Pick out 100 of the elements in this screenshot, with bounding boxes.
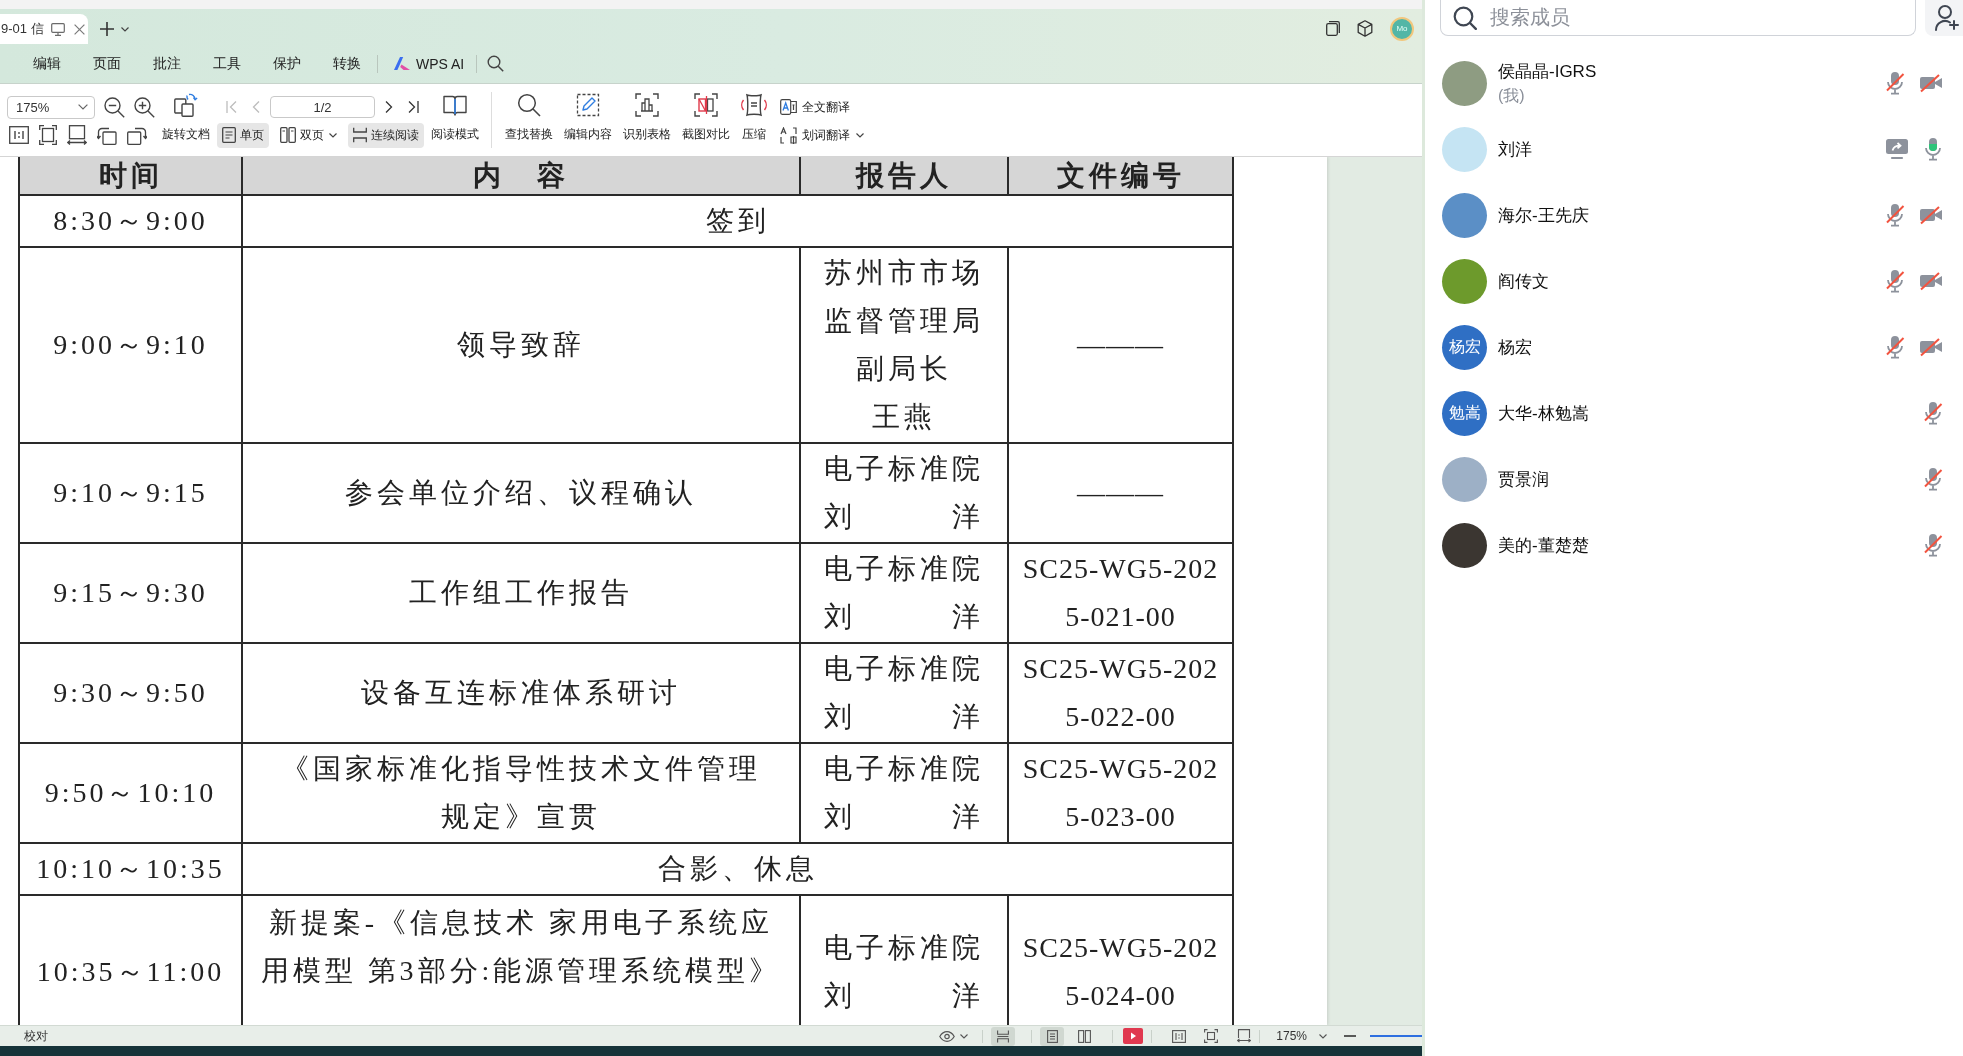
eye-icon[interactable] — [939, 1030, 956, 1042]
search-icon — [517, 93, 541, 117]
table-cell: 电子标准院 刘 洋 — [800, 643, 1008, 743]
monitor-icon — [50, 22, 65, 36]
table-cell: 9:30～9:50 — [19, 643, 242, 743]
table-cell: 9:10～9:15 — [19, 443, 242, 543]
plus-icon[interactable] — [100, 22, 114, 36]
table-cell: 9:00～9:10 — [19, 247, 242, 443]
search-icon[interactable] — [487, 55, 505, 72]
fit-width-icon[interactable] — [1237, 1029, 1252, 1043]
window-icon[interactable] — [1326, 21, 1340, 36]
table-cell: ——— — [1008, 247, 1233, 443]
menu-tab[interactable]: 页面 — [77, 49, 137, 78]
tool-button[interactable]: 截图对比 — [682, 84, 730, 142]
caret-icon — [1319, 1033, 1327, 1039]
member-name: 刘洋 — [1498, 138, 1532, 161]
view-mode-button[interactable] — [991, 1026, 1016, 1046]
translate-button[interactable]: 全文翻译 — [778, 94, 866, 120]
zoom-out-icon[interactable] — [103, 96, 125, 118]
column-header: 文件编号 — [1008, 157, 1233, 195]
table-cell: ——— — [1008, 443, 1233, 543]
fit-page-icon[interactable] — [39, 125, 57, 145]
zoom-in-icon[interactable] — [133, 96, 155, 118]
table-cell: SC25-WG5-202 5-021-00 — [1008, 543, 1233, 643]
screen-share-icon — [1885, 138, 1909, 160]
member-name: 海尔-王先庆 — [1498, 204, 1589, 227]
reading-mode-button[interactable]: 阅读模式 — [431, 84, 479, 142]
translate-button[interactable]: 划词翻译 — [778, 122, 866, 148]
zoom-level-dropdown[interactable]: 175% — [1276, 1029, 1327, 1043]
column-header: 报告人 — [800, 157, 1008, 195]
rotate-document-button[interactable]: 旋转文档 — [162, 84, 210, 142]
table-cell: 苏州市市场 监督管理局 副局长 王燕 — [800, 247, 1008, 443]
book-icon — [443, 93, 467, 117]
fit-width-icon[interactable] — [67, 125, 87, 145]
page-number-field[interactable]: 1/2 — [270, 96, 375, 118]
table-cell: 10:10～10:35 — [19, 843, 242, 895]
table-cell: 参会单位介绍、议程确认 — [242, 443, 800, 543]
double-page-icon — [1077, 1029, 1091, 1043]
column-header: 内 容 — [242, 157, 800, 195]
actual-size-icon[interactable] — [9, 126, 29, 144]
menu-tab[interactable]: 编辑 — [17, 49, 77, 78]
menu-tab[interactable]: 批注 — [137, 49, 197, 78]
close-icon[interactable] — [73, 23, 85, 35]
table-cell: 9:15～9:30 — [19, 543, 242, 643]
member-note: (我) — [1498, 85, 1526, 106]
tool-button[interactable]: 编辑内容 — [564, 84, 612, 142]
double-page-icon — [280, 127, 296, 143]
member-name: 美的-董楚楚 — [1498, 534, 1589, 557]
play-icon[interactable] — [1123, 1028, 1144, 1044]
actual-size-icon[interactable] — [1172, 1029, 1187, 1043]
cube-icon[interactable] — [1357, 20, 1373, 37]
member-name: 杨宏 — [1498, 336, 1532, 359]
member-name: 大华-林勉嵩 — [1498, 402, 1589, 425]
view-mode-button[interactable]: 单页 — [217, 122, 269, 148]
tool-button[interactable]: 查找替换 — [505, 84, 553, 142]
table-cell: SC25-WG5-202 5-023-00 — [1008, 743, 1233, 843]
caret-icon[interactable] — [121, 26, 129, 32]
rotate-right-icon[interactable] — [127, 125, 147, 145]
table-cell: 8:30～9:00 — [19, 195, 242, 247]
tool-button[interactable]: 识别表格 — [623, 84, 671, 142]
add-person-icon — [1935, 5, 1959, 31]
menu-tab[interactable]: 保护 — [257, 49, 317, 78]
member-name: 侯晶晶-IGRS — [1498, 60, 1597, 83]
ai-menu-button[interactable]: WPS AI — [378, 49, 477, 78]
tool-button[interactable]: 压缩 — [741, 84, 767, 142]
caret-icon — [78, 104, 88, 110]
table-cell: 工作组工作报告 — [242, 543, 800, 643]
single-page-icon — [1046, 1029, 1058, 1043]
table-cell: 《国家标准化指导性技术文件管理 规定》宣贯 — [242, 743, 800, 843]
table-cell: 领导致辞 — [242, 247, 800, 443]
zoom-dropdown[interactable]: 175% — [7, 95, 95, 119]
member-name: 阎传文 — [1498, 270, 1549, 293]
document-tab[interactable]: 9-01 信 — [0, 14, 88, 44]
column-header: 时间 — [19, 157, 242, 195]
table-cell: 电子标准院 刘 洋 — [800, 443, 1008, 543]
table-cell: 设备互连标准体系研讨 — [242, 643, 800, 743]
member-name: 贾景润 — [1498, 468, 1549, 491]
caret-icon[interactable] — [960, 1033, 969, 1039]
ai-logo-icon — [394, 57, 410, 70]
view-mode-button[interactable] — [1040, 1026, 1065, 1046]
compress-icon — [741, 93, 767, 117]
search-field[interactable]: 搜索成员 — [1440, 0, 1916, 36]
initials-avatar: 杨宏 — [1442, 324, 1487, 370]
rotate-left-icon[interactable] — [97, 125, 117, 145]
search-icon — [1453, 6, 1477, 30]
menu-tab[interactable]: 工具 — [197, 49, 257, 78]
rotate-pages-icon — [174, 93, 198, 117]
table-cell: 签到 — [242, 195, 1233, 247]
view-mode-button[interactable]: 双页 — [275, 122, 342, 148]
menu-tab[interactable]: 转换 — [317, 49, 377, 78]
last-page-icon[interactable] — [407, 100, 419, 114]
status-text[interactable]: 校对 — [24, 1027, 48, 1045]
next-page-icon[interactable] — [385, 100, 393, 114]
view-mode-button[interactable]: 连续阅读 — [348, 122, 424, 148]
table-cell: SC25-WG5-202 5-022-00 — [1008, 643, 1233, 743]
fit-screen-icon[interactable] — [1204, 1029, 1219, 1043]
table-scan-icon — [635, 93, 659, 117]
add-member-button[interactable] — [1925, 0, 1963, 36]
compare-icon — [694, 93, 718, 117]
single-page-icon — [222, 127, 236, 143]
